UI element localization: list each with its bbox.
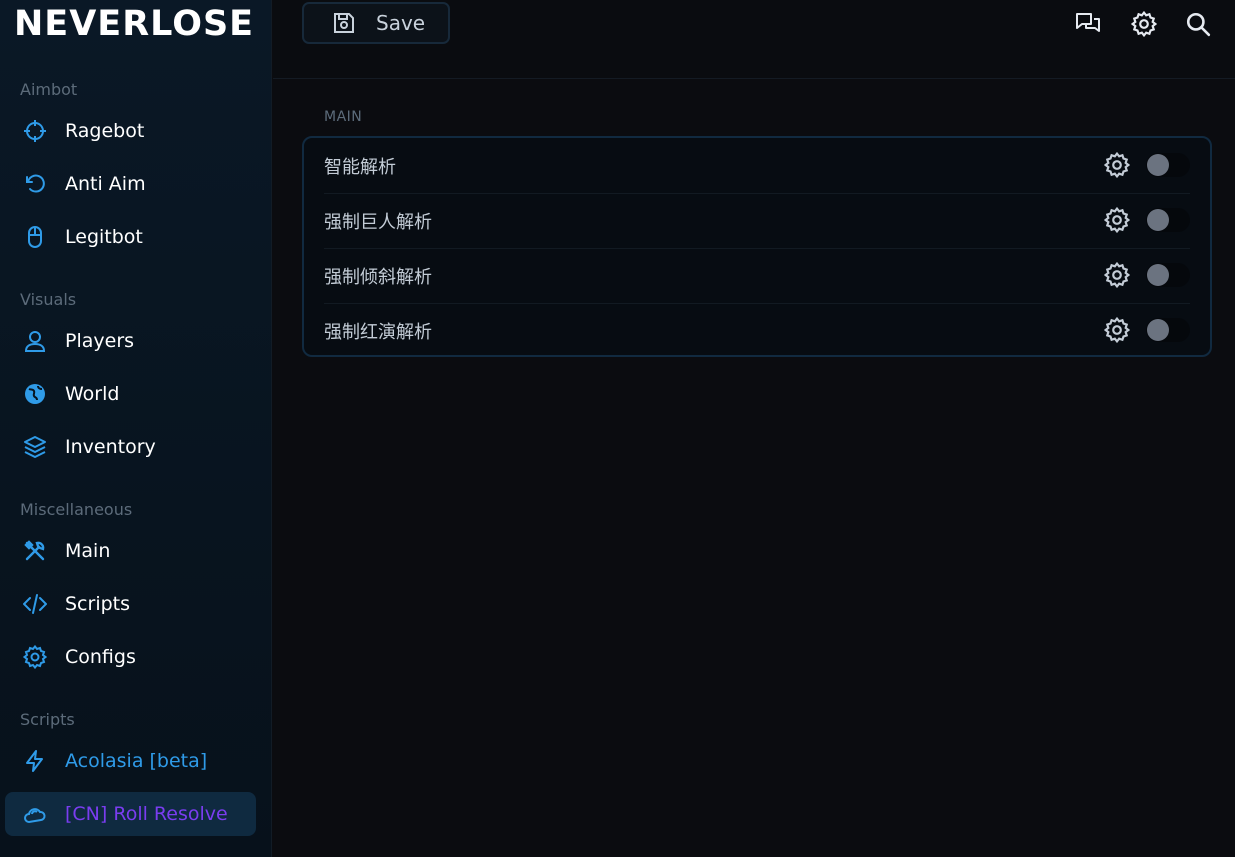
sidebar-item-ragebot[interactable]: Ragebot (5, 109, 256, 153)
divider (324, 303, 1190, 304)
crosshair-icon (20, 116, 50, 146)
toggle-switch[interactable] (1146, 263, 1190, 287)
globe-icon (20, 379, 50, 409)
sidebar-item-label: Players (65, 330, 135, 352)
sidebar-item-label: Legitbot (65, 226, 143, 248)
toggle-knob (1147, 264, 1169, 286)
toggle-switch[interactable] (1146, 208, 1190, 232)
gear-icon[interactable] (1103, 206, 1131, 234)
sidebar-item-label: Configs (65, 646, 136, 668)
top-bar: Save (273, 0, 1235, 79)
mouse-icon (20, 222, 50, 252)
save-button[interactable]: Save (302, 2, 450, 44)
sidebar-item-world[interactable]: World (5, 372, 256, 416)
toggle-knob (1147, 154, 1169, 176)
gear-icon[interactable] (1103, 261, 1131, 289)
setting-label: 智能解析 (324, 156, 396, 178)
sidebar-item-label: Main (65, 540, 111, 562)
sidebar-item-configs[interactable]: Configs (5, 635, 256, 679)
sidebar-item-main[interactable]: Main (5, 529, 256, 573)
cloud-icon (20, 799, 50, 829)
sidebar-item-label: Ragebot (65, 120, 145, 142)
sidebar-item-label: Acolasia [beta] (65, 750, 208, 772)
sidebar-item-acolasia[interactable]: Acolasia [beta] (5, 739, 256, 783)
sidebar-item-roll-resolve[interactable]: [CN] Roll Resolve (5, 792, 256, 836)
sidebar-item-players[interactable]: Players (5, 319, 256, 363)
tools-icon (20, 536, 50, 566)
settings-panel: 智能解析 强制巨人解析 强制倾斜解析 强制红演解析 (302, 136, 1212, 357)
code-icon (20, 589, 50, 619)
sidebar-item-label: [CN] Roll Resolve (65, 803, 228, 825)
toggle-switch[interactable] (1146, 318, 1190, 342)
sidebar-item-label: World (65, 383, 120, 405)
toggle-switch[interactable] (1146, 153, 1190, 177)
sidebar-item-anti-aim[interactable]: Anti Aim (5, 162, 256, 206)
layers-icon (20, 432, 50, 462)
setting-label: 强制倾斜解析 (324, 266, 432, 288)
bolt-icon (20, 746, 50, 776)
setting-row: 智能解析 (324, 138, 1190, 193)
divider (324, 193, 1190, 194)
sidebar-item-inventory[interactable]: Inventory (5, 425, 256, 469)
section-title-aimbot: Aimbot (20, 80, 78, 99)
sidebar-item-legitbot[interactable]: Legitbot (5, 215, 256, 259)
setting-row: 强制巨人解析 (324, 193, 1190, 248)
settings-icon[interactable] (1130, 10, 1158, 38)
group-title: MAIN (324, 109, 363, 125)
section-title-miscellaneous: Miscellaneous (20, 500, 133, 519)
user-icon (20, 326, 50, 356)
gear-icon[interactable] (1103, 151, 1131, 179)
setting-label: 强制巨人解析 (324, 211, 432, 233)
app-logo: NEVERLOSE (14, 4, 255, 44)
sidebar-item-label: Inventory (65, 436, 156, 458)
gear-icon (20, 642, 50, 672)
save-icon (332, 11, 356, 35)
setting-label: 强制红演解析 (324, 321, 432, 343)
search-icon[interactable] (1184, 10, 1212, 38)
section-title-visuals: Visuals (20, 290, 77, 309)
chat-icon[interactable] (1074, 10, 1102, 38)
toggle-knob (1147, 319, 1169, 341)
divider (324, 248, 1190, 249)
sidebar-item-scripts[interactable]: Scripts (5, 582, 256, 626)
sidebar: NEVERLOSE Aimbot Ragebot Anti Aim Legitb… (0, 0, 272, 857)
toggle-knob (1147, 209, 1169, 231)
sidebar-item-label: Anti Aim (65, 173, 146, 195)
gear-icon[interactable] (1103, 316, 1131, 344)
main-content: MAIN 智能解析 强制巨人解析 强制倾斜解析 强制红演解析 (273, 79, 1235, 857)
save-label: Save (376, 11, 426, 35)
section-title-scripts: Scripts (20, 710, 75, 729)
rotate-icon (20, 169, 50, 199)
setting-row: 强制倾斜解析 (324, 248, 1190, 303)
sidebar-item-label: Scripts (65, 593, 131, 615)
setting-row: 强制红演解析 (324, 303, 1190, 358)
